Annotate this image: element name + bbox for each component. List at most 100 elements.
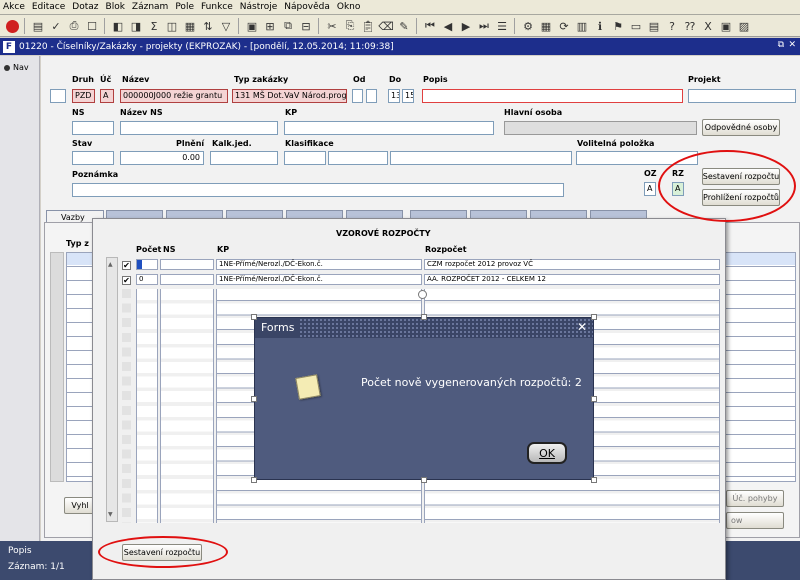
filter-icon[interactable]: ▽ xyxy=(218,18,234,34)
refresh-icon[interactable]: ⟳ xyxy=(556,18,572,34)
delete-record-icon[interactable]: ⊟ xyxy=(298,18,314,34)
menu-funkce[interactable]: Funkce xyxy=(201,2,233,12)
modal-title-bar xyxy=(255,318,593,338)
ok-icon[interactable]: ☐ xyxy=(84,18,100,34)
menu-nastroje[interactable]: Nástroje xyxy=(240,2,278,12)
lock-icon[interactable]: ◫ xyxy=(164,18,180,34)
menu-editace[interactable]: Editace xyxy=(32,2,65,12)
dialog-scrollbar[interactable]: ▲ ▼ xyxy=(106,257,118,522)
list-values-icon[interactable]: ☰ xyxy=(494,18,510,34)
odpovedne-osoby-button[interactable]: Odpovědné osoby xyxy=(702,119,780,136)
ns-field[interactable] xyxy=(72,121,114,135)
flag-icon[interactable]: ⚑ xyxy=(610,18,626,34)
do-field-2[interactable]: 15 xyxy=(402,89,414,103)
scroll-up-icon[interactable]: ▲ xyxy=(108,261,113,268)
record-indicator[interactable] xyxy=(50,89,66,103)
plneni-field[interactable]: 0.00 xyxy=(120,151,204,165)
kalk-jed-field[interactable] xyxy=(210,151,278,165)
stav-field[interactable] xyxy=(72,151,114,165)
scroll-down-icon[interactable]: ▼ xyxy=(108,511,113,518)
grid-icon[interactable]: ▦ xyxy=(538,18,554,34)
hlavni-osoba-label: Hlavní osoba xyxy=(504,108,563,117)
first-record-icon[interactable]: ⏮ xyxy=(422,18,438,34)
menu-zaznam[interactable]: Záznam xyxy=(132,2,168,12)
menu-napoveda[interactable]: Nápověda xyxy=(284,2,330,12)
help-context-icon[interactable]: ⁇ xyxy=(682,18,698,34)
query-icon[interactable]: ◧ xyxy=(110,18,126,34)
od-field-1[interactable] xyxy=(352,89,363,103)
last-record-icon[interactable]: ⏭ xyxy=(476,18,492,34)
calendar-icon[interactable]: ▥ xyxy=(574,18,590,34)
count-icon[interactable]: Σ xyxy=(146,18,162,34)
pohyby-button[interactable]: ow xyxy=(726,512,784,529)
kalk-jed-label: Kalk.jed. xyxy=(212,139,252,148)
menu-okno[interactable]: Okno xyxy=(337,2,361,12)
nav-radio[interactable] xyxy=(4,65,10,71)
accept-icon[interactable]: ✓ xyxy=(48,18,64,34)
row-2-checkbox[interactable]: ✔ xyxy=(122,276,131,285)
forms-modal: Forms ✕ Počet nově vygenerovaných rozpoč… xyxy=(254,317,594,480)
row-1-ns[interactable] xyxy=(160,259,214,270)
klasifikace-code-field[interactable] xyxy=(284,151,326,165)
exit-icon[interactable] xyxy=(4,18,20,34)
nazev-field[interactable]: 000000J000 režie grantu xyxy=(120,89,228,103)
klasifikace-field[interactable] xyxy=(328,151,388,165)
lower-row-selector[interactable] xyxy=(50,252,64,482)
row-2-pocet[interactable]: 0 xyxy=(136,274,158,285)
restore-icon[interactable]: ⧉ xyxy=(778,40,784,50)
ok-button[interactable]: OK xyxy=(527,442,567,464)
resize-handle xyxy=(251,314,257,320)
export-icon[interactable]: ▣ xyxy=(718,18,734,34)
row-1-checkbox[interactable]: ✔ xyxy=(122,261,131,270)
copy-icon[interactable]: ⎘ xyxy=(342,18,358,34)
print-icon[interactable]: ⎙ xyxy=(66,18,82,34)
close-icon[interactable]: ✕ xyxy=(788,40,796,50)
row-1-rozpocet[interactable]: CZM rozpočet 2012 provoz VČ xyxy=(424,259,720,270)
notes-icon[interactable]: ▤ xyxy=(646,18,662,34)
nazev-ns-field[interactable] xyxy=(120,121,278,135)
insert-record-icon[interactable]: ▣ xyxy=(244,18,260,34)
row-2-kp[interactable]: 1NE-Přímé/Nerozl./DČ-Ekon.č. xyxy=(216,274,422,285)
row-1-selection-cursor xyxy=(137,260,142,269)
execute-query-icon[interactable]: ◨ xyxy=(128,18,144,34)
typ-field[interactable]: 131 MŠ Dot.VaV Národ.prog xyxy=(232,89,347,103)
menu-blok[interactable]: Blok xyxy=(106,2,125,12)
copy-record-icon[interactable]: ⧉ xyxy=(280,18,296,34)
projekt-field[interactable] xyxy=(688,89,796,103)
cut-icon[interactable]: ✂ xyxy=(324,18,340,34)
kp-field[interactable] xyxy=(284,121,494,135)
od-field-2[interactable] xyxy=(366,89,377,103)
prev-record-icon[interactable]: ◀ xyxy=(440,18,456,34)
clear-icon[interactable]: ⌫ xyxy=(378,18,394,34)
edit-field-icon[interactable]: ✎ xyxy=(396,18,412,34)
klasifikace-desc-field[interactable] xyxy=(390,151,572,165)
poznamka-field[interactable] xyxy=(72,183,564,197)
oz-field[interactable]: A xyxy=(644,182,656,196)
sort-icon[interactable]: ⇅ xyxy=(200,18,216,34)
druh-field[interactable]: PZD xyxy=(72,89,95,103)
help-icon[interactable]: ? xyxy=(664,18,680,34)
uc-field[interactable]: A xyxy=(100,89,114,103)
uc-pohyby-button[interactable]: Úč. pohyby xyxy=(726,490,784,507)
lower-grid-right-rows[interactable] xyxy=(724,252,796,482)
menu-pole[interactable]: Pole xyxy=(175,2,194,12)
row-2-rozpocet[interactable]: AA. ROZPOČET 2012 - CELKEM 12 xyxy=(424,274,720,285)
paste-icon[interactable]: 📋︎ xyxy=(360,18,376,34)
menu-dotaz[interactable]: Dotaz xyxy=(72,2,98,12)
run-icon[interactable]: ⚙ xyxy=(520,18,536,34)
row-1-kp[interactable]: 1NE-Přímé/Nerozl./DČ-Ekon.č. xyxy=(216,259,422,270)
next-record-icon[interactable]: ▶ xyxy=(458,18,474,34)
excel-icon[interactable]: X xyxy=(700,18,716,34)
modal-close-icon[interactable]: ✕ xyxy=(577,320,587,334)
chart-icon[interactable]: ▨ xyxy=(736,18,752,34)
save-icon[interactable]: ▤ xyxy=(30,18,46,34)
resize-handle xyxy=(421,314,427,320)
popis-field[interactable] xyxy=(422,89,683,103)
do-field-1[interactable]: 13 xyxy=(388,89,400,103)
row-2-ns[interactable] xyxy=(160,274,214,285)
menu-akce[interactable]: Akce xyxy=(3,2,25,12)
info-icon[interactable]: ℹ xyxy=(592,18,608,34)
window-icon[interactable]: ▭ xyxy=(628,18,644,34)
attachment-icon[interactable]: ⊞ xyxy=(262,18,278,34)
edit-icon[interactable]: ▦ xyxy=(182,18,198,34)
